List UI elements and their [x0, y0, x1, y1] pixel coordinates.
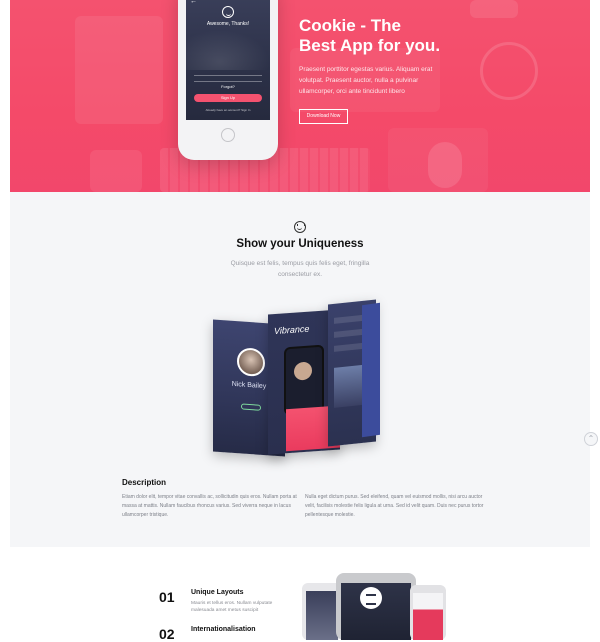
features-section: 01 Unique Layouts Mauris et tellus eros.…	[0, 547, 600, 642]
section-subtitle: Quisque est felis, tempus quis felis ege…	[230, 260, 370, 278]
home-button-icon	[221, 128, 235, 142]
tree-illustration	[186, 30, 270, 70]
camera-decoration	[90, 150, 142, 192]
smile-icon	[222, 6, 234, 18]
phone-input-field	[194, 78, 262, 82]
notebook-decoration	[388, 128, 488, 192]
description-text-left: Etiam dolor elit, tempor vitae convallis…	[122, 494, 297, 518]
laptop-decoration	[75, 16, 163, 124]
phone-screen: ← Awesome, Thanks! Forgot? Sign Up Alrea…	[186, 0, 270, 120]
section-title: Show your Uniqueness	[236, 238, 364, 250]
devices-illustration	[302, 573, 452, 640]
inner-phone-illustration	[284, 344, 324, 416]
phone-forgot-link: Forgot?	[221, 84, 235, 89]
download-now-button[interactable]: Download Now	[299, 109, 348, 124]
hero-section: ← Awesome, Thanks! Forgot? Sign Up Alrea…	[10, 0, 590, 192]
feature-number: 01	[159, 589, 175, 605]
description-title: Description	[122, 478, 167, 487]
follow-pill	[241, 403, 261, 411]
uniqueness-section: Show your Uniqueness Quisque est felis, …	[10, 192, 598, 547]
hero-title: Cookie - The Best App for you.	[299, 16, 539, 56]
description-text-right: Nulla eget dictum purus. Sed eleifend, q…	[305, 494, 484, 518]
phone-signup-button: Sign Up	[194, 94, 262, 102]
feature-text: Mauris et tellus eros. Nullam vulputate …	[191, 601, 273, 613]
app-name: Vibrance	[274, 323, 310, 337]
hero-title-line: Cookie - The	[299, 16, 402, 35]
phone-signin-line: Already have an account? Sign In	[205, 108, 251, 112]
phone-message: Awesome, Thanks!	[206, 21, 250, 27]
hero-description: Praesent porttitor egestas varius. Aliqu…	[299, 66, 433, 95]
hero-phone-mockup: ← Awesome, Thanks! Forgot? Sign Up Alrea…	[178, 0, 278, 160]
avatar	[237, 347, 265, 378]
smile-icon	[294, 221, 306, 233]
side-screen-mockup	[362, 302, 380, 438]
feature-title: Internationalisation	[191, 626, 256, 633]
hero-title-line: Best App for you.	[299, 36, 441, 55]
front-phone-illustration	[410, 585, 446, 640]
phone-input-field	[194, 72, 262, 76]
layers-icon	[360, 587, 382, 609]
feature-title: Unique Layouts	[191, 589, 244, 596]
main-phone-illustration	[336, 573, 416, 640]
back-arrow-icon: ←	[190, 0, 197, 5]
scroll-up-icon[interactable]: ⌃	[584, 432, 598, 446]
